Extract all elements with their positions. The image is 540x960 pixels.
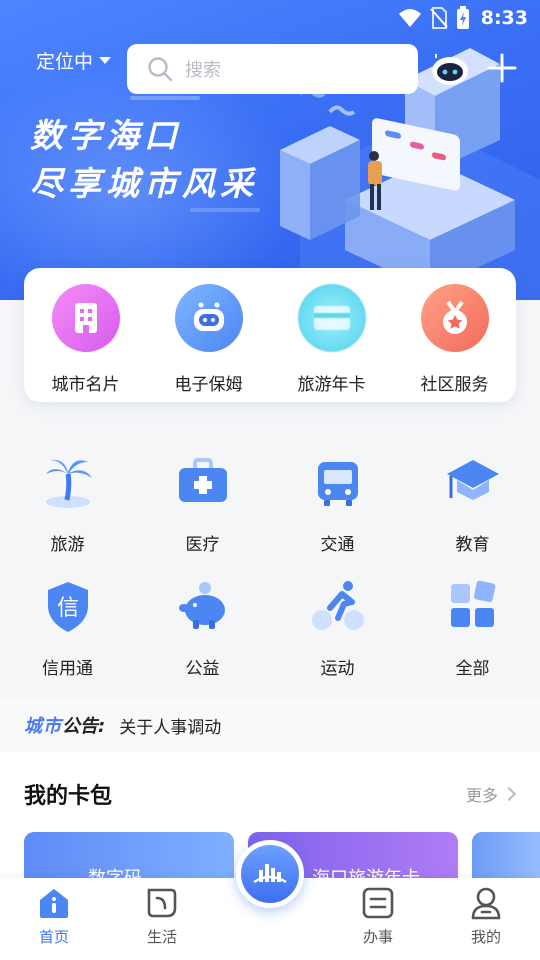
notice-tag-announce: 公告: [62, 716, 106, 737]
user-icon [471, 887, 501, 920]
search-placeholder: 搜索 [185, 60, 221, 81]
assistant-robot-icon[interactable] [430, 52, 470, 86]
services-grid: 旅游 医疗 交通 教育 信 信用通 公益 运动 全部 [0, 450, 540, 698]
tasks-icon [362, 887, 394, 919]
quick-link-city-card[interactable]: 城市名片 [24, 268, 147, 402]
service-credit[interactable]: 信 信用通 [0, 574, 135, 698]
location-label: 定位中 [36, 51, 94, 73]
wifi-icon [399, 9, 421, 27]
building-icon [51, 284, 120, 352]
quick-link-label: 电子保姆 [174, 375, 243, 395]
notice-tag-city: 城市 [24, 716, 62, 737]
wallet-title: 我的卡包 [24, 784, 113, 809]
service-label: 全部 [455, 659, 490, 679]
hero-slogan: 数字海口 尽享城市风采 [30, 112, 258, 208]
more-label: 更多 [465, 786, 498, 805]
quick-link-community[interactable]: 社区服务 [393, 268, 516, 402]
no-sim-icon [430, 7, 448, 29]
credit-shield-icon: 信 [36, 574, 100, 638]
chevron-right-icon [501, 786, 517, 802]
clock: 8:33 [480, 7, 528, 29]
search-icon [148, 57, 173, 82]
city-notice-bar[interactable]: 城市 公告: 关于人事调动 [0, 698, 540, 752]
search-input[interactable]: 搜索 [127, 44, 418, 94]
piggy-bank-icon [171, 574, 235, 638]
quick-link-label: 城市名片 [51, 375, 120, 395]
all-grid-icon [441, 574, 505, 638]
tab-label: 办事 [362, 928, 393, 946]
robot-icon [174, 284, 243, 352]
slogan-line-1: 数字海口 [30, 116, 182, 155]
service-label: 信用通 [42, 659, 93, 679]
tab-home[interactable]: 首页 [14, 886, 94, 947]
service-medical[interactable]: 医疗 [135, 450, 270, 574]
palm-tree-icon [36, 450, 100, 514]
city-skyline-icon [253, 864, 287, 884]
service-all[interactable]: 全部 [405, 574, 540, 698]
tab-label: 我的 [470, 928, 501, 946]
card-icon [297, 284, 366, 352]
tab-mine[interactable]: 我的 [446, 886, 526, 947]
quick-link-travel-card[interactable]: 旅游年卡 [270, 268, 393, 402]
bus-icon [306, 450, 370, 514]
medal-icon [420, 284, 489, 352]
tab-label: 首页 [38, 928, 69, 946]
credit-glyph: 信 [56, 596, 78, 621]
quick-links-card: 城市名片 电子保姆 旅游年卡 社区服务 [24, 268, 516, 402]
quick-link-label: 旅游年卡 [297, 375, 366, 395]
location-selector[interactable]: 定位中 [36, 47, 112, 74]
graduation-cap-icon [441, 450, 505, 514]
home-icon [40, 889, 68, 918]
quick-link-label: 社区服务 [420, 375, 489, 395]
add-icon[interactable] [486, 52, 518, 84]
status-bar: 8:33 [0, 0, 540, 36]
service-label: 交通 [320, 535, 355, 555]
service-sports[interactable]: 运动 [270, 574, 405, 698]
service-label: 教育 [455, 535, 490, 555]
quick-link-e-nanny[interactable]: 电子保姆 [147, 268, 270, 402]
service-travel[interactable]: 旅游 [0, 450, 135, 574]
service-label: 公益 [185, 659, 220, 679]
tab-label: 生活 [146, 928, 177, 946]
top-bar: 定位中 搜索 [0, 44, 540, 94]
service-education[interactable]: 教育 [405, 450, 540, 574]
slogan-line-2: 尽享城市风采 [30, 164, 258, 203]
cycling-icon [306, 574, 370, 638]
service-label: 旅游 [50, 535, 85, 555]
service-transport[interactable]: 交通 [270, 450, 405, 574]
battery-icon [457, 6, 469, 29]
service-label: 运动 [320, 659, 355, 679]
center-city-button[interactable] [236, 840, 304, 908]
wallet-more-link[interactable]: 更多 [465, 782, 517, 806]
tab-services[interactable]: 办事 [338, 886, 418, 947]
notice-text[interactable]: 关于人事调动 [119, 713, 221, 738]
medical-kit-icon [171, 450, 235, 514]
tab-life[interactable]: 生活 [122, 886, 202, 947]
service-charity[interactable]: 公益 [135, 574, 270, 698]
leaf-icon [147, 888, 177, 918]
service-label: 医疗 [185, 535, 220, 555]
caret-down-icon [99, 57, 112, 64]
